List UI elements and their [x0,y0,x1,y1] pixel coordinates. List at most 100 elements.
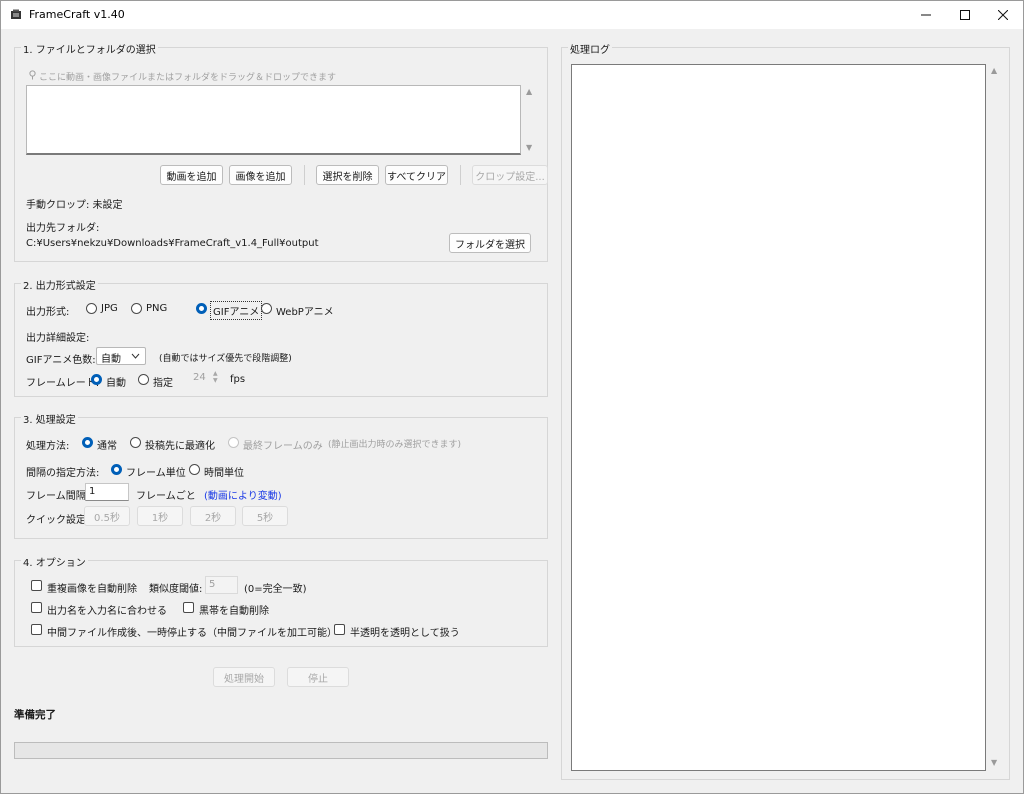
format-jpg-label[interactable]: JPG [101,303,118,314]
format-webp-radio[interactable] [261,303,272,314]
frame-interval-value: 1 [89,486,96,497]
frame-rate-auto-radio[interactable] [91,374,102,385]
frame-interval-input[interactable]: 1 [85,483,129,501]
pause-intermediate-checkbox[interactable] [31,624,42,635]
frame-interval-unit: フレームごと [136,491,196,502]
format-gif-radio[interactable] [196,303,207,314]
dedupe-label[interactable]: 重複画像を自動削除 [47,580,137,595]
fps-spinbox[interactable]: 24 ▲ ▼ [186,370,224,388]
progress-bar [14,742,548,759]
interval-frame-label[interactable]: フレーム単位 [126,464,186,479]
gif-colors-label: GIFアニメ色数: [26,355,96,366]
clear-all-button[interactable]: すべてクリア [385,165,448,185]
similarity-value: 5 [209,579,216,590]
log-scrollbar[interactable]: ▲ ▼ [988,64,1002,771]
interval-frame-radio[interactable] [111,464,122,475]
quick-settings-label: クイック設定: [26,515,90,526]
chevron-down-icon [131,353,140,359]
scroll-up-icon[interactable]: ▲ [526,87,532,96]
quick-0-5s-button[interactable]: 0.5秒 [84,506,130,526]
scroll-down-icon[interactable]: ▼ [991,758,997,767]
format-gif-label[interactable]: GIFアニメ [210,301,263,320]
button-divider [460,165,461,185]
quick-1s-button[interactable]: 1秒 [137,506,183,526]
window-title: FrameCraft v1.40 [29,8,125,21]
match-name-checkbox[interactable] [31,602,42,613]
method-last-frame-note: (静止画出力時のみ選択できます) [328,440,462,450]
interval-time-label[interactable]: 時間単位 [204,464,244,479]
maximize-button[interactable] [945,1,985,29]
manual-crop-status: 手動クロップ: 未設定 [26,200,123,211]
similarity-input[interactable]: 5 [205,576,238,594]
output-detail-label: 出力詳細設定: [26,333,90,344]
quick-5s-button[interactable]: 5秒 [242,506,288,526]
scroll-down-icon[interactable]: ▼ [526,143,532,152]
gif-colors-select[interactable]: 自動 [96,347,146,365]
method-normal-radio[interactable] [82,437,93,448]
format-png-radio[interactable] [131,303,142,314]
format-png-label[interactable]: PNG [146,303,167,314]
status-text: 準備完了 [14,709,56,721]
format-jpg-radio[interactable] [86,303,97,314]
output-folder-label: 出力先フォルダ: [26,223,100,234]
scroll-up-icon[interactable]: ▲ [991,66,997,75]
dedupe-checkbox[interactable] [31,580,42,591]
format-webp-label[interactable]: WebPアニメ [276,303,334,318]
log-text-area[interactable] [571,64,986,771]
close-icon [998,10,1008,20]
fps-value: 24 [193,372,206,383]
output-folder-path: C:¥Users¥nekzu¥Downloads¥FrameCraft_v1.4… [26,238,319,249]
output-format-label: 出力形式: [26,307,70,318]
stop-button[interactable]: 停止 [287,667,349,687]
pin-icon [29,70,36,80]
method-last-frame-radio[interactable] [228,437,239,448]
interval-time-radio[interactable] [189,464,200,475]
gif-colors-note: (自動ではサイズ優先で段階調整) [159,354,292,364]
spin-arrows-icon[interactable]: ▲ ▼ [213,370,218,384]
start-processing-button[interactable]: 処理開始 [213,667,275,687]
log-group-label: 処理ログ [568,41,612,56]
match-name-label[interactable]: 出力名を入力名に合わせる [47,602,167,617]
frame-interval-label: フレーム間隔: [26,491,90,502]
remove-selected-button[interactable]: 選択を削除 [316,165,379,185]
semi-transparent-checkbox[interactable] [334,624,345,635]
remove-black-bars-checkbox[interactable] [183,602,194,613]
frame-rate-label: フレームレート: [26,378,100,389]
method-last-frame-label[interactable]: 最終フレームのみ [243,437,323,452]
interval-mode-label: 間隔の指定方法: [26,468,100,479]
close-button[interactable] [983,1,1023,29]
select-folder-button[interactable]: フォルダを選択 [449,233,531,253]
add-image-button[interactable]: 画像を追加 [229,165,292,185]
frame-interval-note: (動画により変動) [204,491,282,502]
options-group-label: 4. オプション [21,554,88,569]
similarity-note: (0=完全一致) [244,584,307,595]
app-icon [11,9,21,19]
files-group-label: 1. ファイルとフォルダの選択 [21,41,158,56]
frame-rate-auto-label[interactable]: 自動 [106,374,126,389]
pause-intermediate-label[interactable]: 中間ファイル作成後、一時停止する（中間ファイルを加工可能） [47,624,337,639]
method-optimize-radio[interactable] [130,437,141,448]
file-drop-list[interactable] [26,85,521,155]
app-window: FrameCraft v1.40 1. ファイルとフォルダの選択 ここに動画・画… [0,0,1024,794]
format-group-label: 2. 出力形式設定 [21,277,98,292]
minimize-icon [921,14,931,16]
file-list-scrollbar[interactable]: ▲ ▼ [523,85,537,155]
frame-rate-manual-radio[interactable] [138,374,149,385]
method-normal-label[interactable]: 通常 [97,437,117,452]
maximize-icon [960,10,970,20]
similarity-label: 類似度閾値: [149,584,203,595]
gif-colors-value: 自動 [101,354,121,365]
crop-settings-button[interactable]: クロップ設定... [472,165,548,185]
quick-2s-button[interactable]: 2秒 [190,506,236,526]
button-divider [304,165,305,185]
remove-black-bars-label[interactable]: 黒帯を自動削除 [199,602,269,617]
add-video-button[interactable]: 動画を追加 [160,165,223,185]
method-optimize-label[interactable]: 投稿先に最適化 [145,437,215,452]
fps-unit: fps [230,374,246,385]
drop-hint: ここに動画・画像ファイルまたはフォルダをドラッグ＆ドロップできます [39,73,337,83]
processing-group-label: 3. 処理設定 [21,411,78,426]
frame-rate-manual-label[interactable]: 指定 [153,374,173,389]
semi-transparent-label[interactable]: 半透明を透明として扱う [350,624,460,639]
method-label: 処理方法: [26,441,70,452]
minimize-button[interactable] [906,1,946,29]
